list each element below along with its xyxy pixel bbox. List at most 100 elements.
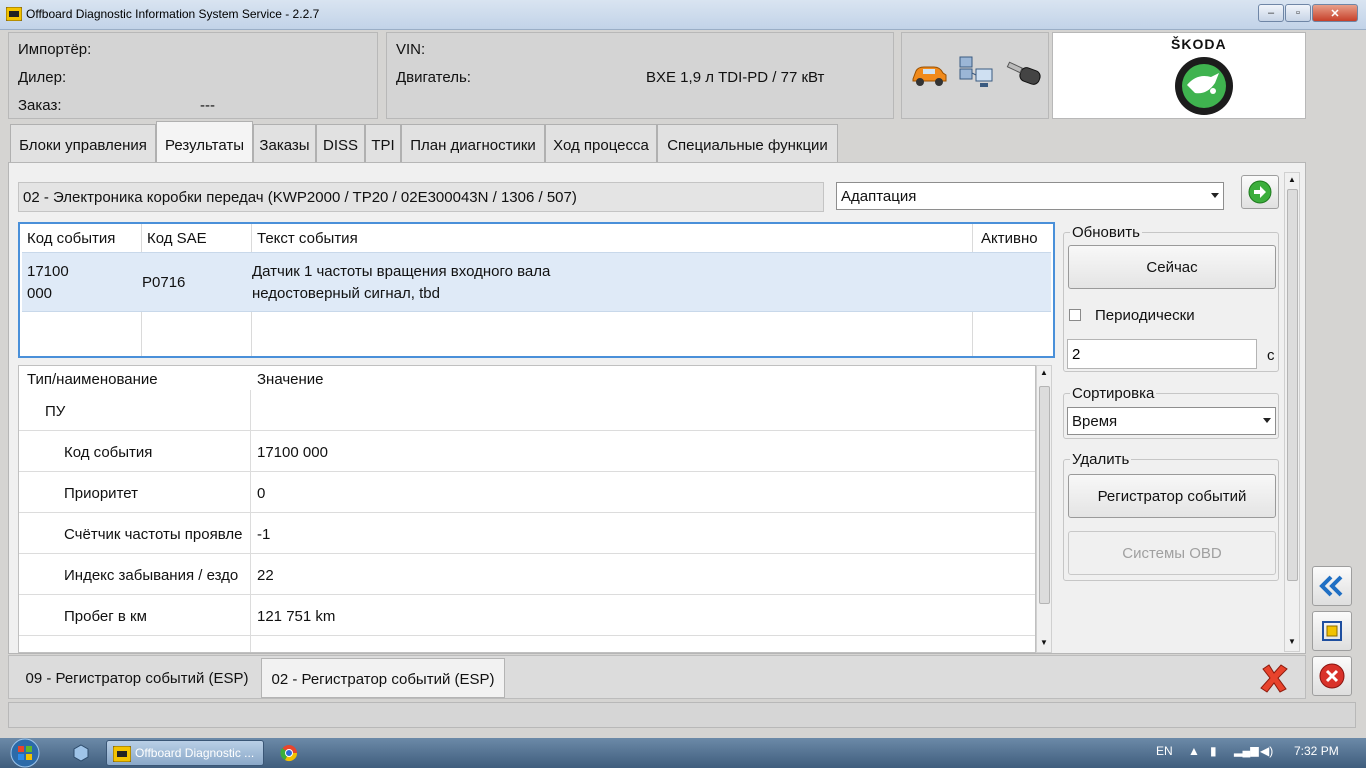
table-row[interactable]: Приоритет 0 — [19, 472, 1035, 513]
engine-value: BXE 1,9 л TDI-PD / 77 кВт — [646, 69, 825, 86]
detail-value: 0 — [257, 485, 266, 502]
importer-label: Импортёр: — [18, 41, 92, 58]
cancel-x-icon[interactable] — [1259, 663, 1289, 693]
tab-results[interactable]: Результаты — [156, 121, 253, 162]
close-window-button[interactable]: ✕ — [1312, 4, 1358, 22]
function-select[interactable]: Адаптация — [836, 182, 1224, 210]
volume-icon[interactable]: ◀) — [1260, 744, 1273, 758]
close-circle-icon — [1319, 663, 1345, 689]
maximize-button[interactable]: ▫ — [1285, 4, 1311, 22]
tab-control-units[interactable]: Блоки управления — [10, 124, 156, 162]
scroll-down-icon[interactable]: ▼ — [1040, 638, 1048, 647]
event-code-line2: 000 — [27, 285, 53, 302]
ecu-title: 02 - Электроника коробки передач (KWP200… — [18, 182, 824, 212]
screenshot-button[interactable] — [1312, 611, 1352, 651]
dealer-label: Дилер: — [18, 69, 67, 86]
battery-icon[interactable]: ▮ — [1210, 744, 1217, 758]
sort-select[interactable]: Время — [1067, 407, 1276, 435]
detail-name: Индекс забывания / ездо — [64, 567, 239, 584]
frame-icon — [1322, 621, 1342, 641]
table-row[interactable]: Код события 17100 000 — [19, 431, 1035, 472]
detail-value: -1 — [257, 526, 271, 543]
vehicle-info-panel: VIN: Двигатель: BXE 1,9 л TDI-PD / 77 кВ… — [386, 32, 894, 119]
sort-select-value: Время — [1072, 413, 1118, 430]
cube-icon — [73, 744, 89, 762]
sae-code: P0716 — [142, 274, 186, 291]
scroll-thumb[interactable] — [1287, 189, 1298, 581]
minimize-button[interactable]: ‒ — [1258, 4, 1284, 22]
scroll-down-icon[interactable]: ▼ — [1288, 637, 1296, 646]
back-button[interactable] — [1312, 566, 1352, 606]
dealer-info-panel: Импортёр: Дилер: Заказ: --- — [8, 32, 378, 119]
taskbar: Offboard Diagnostic ... EN ▲ ▮ ▂▄▆ ◀) 7:… — [0, 738, 1366, 768]
tab-diagnostic-plan[interactable]: План диагностики — [401, 124, 545, 162]
detail-name: Приоритет — [64, 485, 138, 502]
bottom-tabs: 09 - Регистратор событий (ESP) 02 - Реги… — [8, 655, 1306, 699]
table-row[interactable]: Индекс забывания / ездо 22 — [19, 554, 1035, 595]
detail-name: ПУ — [45, 403, 66, 420]
language-indicator[interactable]: EN — [1156, 744, 1173, 758]
scroll-thumb[interactable] — [1039, 386, 1050, 604]
app-icon — [6, 7, 22, 21]
delete-title: Удалить — [1070, 451, 1132, 468]
table-row[interactable]: Пробег в км 121 751 km — [19, 595, 1035, 636]
col-event-code[interactable]: Код события — [27, 230, 115, 247]
brand-name: ŠKODA — [1171, 36, 1227, 52]
tab-tpi[interactable]: TPI — [365, 124, 401, 162]
engine-label: Двигатель: — [396, 69, 471, 86]
order-label: Заказ: — [18, 97, 62, 114]
bottom-tab-esp-02[interactable]: 02 - Регистратор событий (ESP) — [261, 658, 505, 698]
refresh-now-button[interactable]: Сейчас — [1068, 245, 1276, 289]
taskbar-pinned-app[interactable] — [66, 740, 96, 766]
col-event-text[interactable]: Текст события — [257, 230, 358, 247]
events-table: Код события Код SAE Текст события Активн… — [18, 222, 1055, 358]
clock[interactable]: 7:32 PM — [1294, 744, 1339, 758]
panel-scrollbar[interactable]: ▲ ▼ — [1284, 172, 1300, 652]
refresh-title: Обновить — [1070, 224, 1142, 241]
double-chevron-left-icon — [1319, 575, 1343, 597]
detail-value: 121 751 km — [257, 608, 336, 625]
tab-process[interactable]: Ход процесса — [545, 124, 657, 162]
windows-start-icon — [10, 738, 40, 768]
col-active[interactable]: Активно — [981, 230, 1038, 247]
window-title: Offboard Diagnostic Information System S… — [26, 7, 320, 21]
details-scrollbar[interactable]: ▲ ▼ — [1036, 365, 1052, 653]
exit-button[interactable] — [1312, 656, 1352, 696]
periodic-checkbox[interactable] — [1069, 309, 1081, 321]
go-button[interactable] — [1241, 175, 1279, 209]
scroll-up-icon[interactable]: ▲ — [1288, 175, 1296, 184]
tab-orders[interactable]: Заказы — [253, 124, 316, 162]
interval-unit: с — [1267, 347, 1275, 364]
periodic-label: Периодически — [1095, 307, 1195, 324]
chevron-down-icon — [1263, 418, 1271, 423]
arrow-right-icon — [1248, 180, 1272, 204]
delete-event-recorder-button[interactable]: Регистратор событий — [1068, 474, 1276, 518]
col-value[interactable]: Значение — [257, 371, 324, 388]
detail-value: 22 — [257, 567, 274, 584]
vin-label: VIN: — [396, 41, 426, 58]
start-button[interactable] — [6, 738, 44, 768]
detail-name: Счётчик частоты проявле — [64, 526, 243, 543]
interval-input[interactable] — [1067, 339, 1257, 369]
table-row[interactable]: 17100 000 P0716 Датчик 1 частоты вращени… — [22, 252, 1051, 312]
sort-group: Сортировка Время — [1063, 385, 1279, 439]
event-code-line1: 17100 — [27, 263, 69, 280]
tray-expand-icon[interactable]: ▲ — [1188, 744, 1200, 758]
table-row[interactable]: ПУ — [19, 390, 1035, 431]
scroll-up-icon[interactable]: ▲ — [1040, 368, 1048, 377]
taskbar-odis-app[interactable]: Offboard Diagnostic ... — [106, 740, 264, 766]
event-text-line1: Датчик 1 частоты вращения входного вала — [252, 263, 551, 280]
tab-diss[interactable]: DISS — [316, 124, 365, 162]
detail-value: 17100 000 — [257, 444, 328, 461]
tab-special-functions[interactable]: Специальные функции — [657, 124, 838, 162]
delete-obd-button[interactable]: Системы OBD — [1068, 531, 1276, 575]
signal-icon[interactable]: ▂▄▆ — [1234, 744, 1259, 757]
col-type-name[interactable]: Тип/наименование — [27, 371, 158, 388]
bottom-tab-esp-09[interactable]: 09 - Регистратор событий (ESP) — [13, 658, 261, 698]
refresh-group: Обновить Сейчас Периодически с — [1063, 224, 1279, 372]
table-row[interactable]: Счётчик частоты проявле -1 — [19, 513, 1035, 554]
col-sae-code[interactable]: Код SAE — [147, 230, 207, 247]
vehicle-icons-panel — [901, 32, 1049, 119]
function-select-value: Адаптация — [841, 188, 917, 205]
taskbar-chrome[interactable] — [274, 740, 304, 766]
